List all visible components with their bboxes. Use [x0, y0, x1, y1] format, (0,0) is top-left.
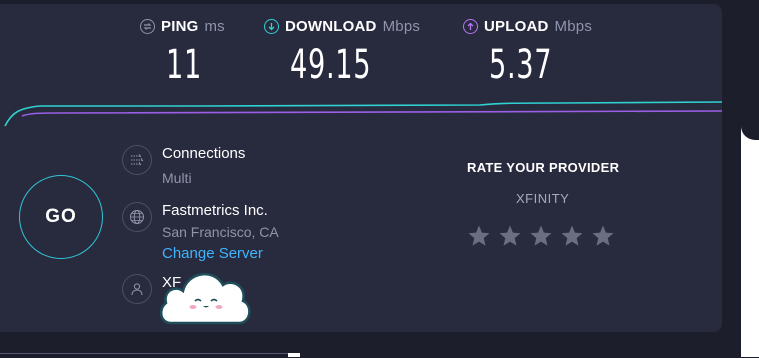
star-icon[interactable]	[529, 224, 553, 248]
cloud-mascot-icon	[159, 272, 251, 325]
bottom-input-end	[288, 353, 300, 357]
change-server-link[interactable]: Change Server	[162, 245, 263, 262]
rate-provider-isp: XFINITY	[516, 191, 570, 206]
ping-metric: PING ms 11	[140, 18, 225, 88]
server-name: Fastmetrics Inc.	[162, 202, 268, 219]
download-value: 49.15	[290, 42, 372, 88]
upload-unit: Mbps	[554, 18, 593, 35]
globe-icon	[122, 202, 152, 232]
star-icon[interactable]	[467, 224, 491, 248]
user-icon	[122, 274, 152, 304]
star-icon[interactable]	[560, 224, 584, 248]
star-icon[interactable]	[498, 224, 522, 248]
ping-unit: ms	[204, 18, 225, 35]
connections-mode[interactable]: Multi	[162, 170, 192, 186]
ping-icon	[140, 19, 155, 34]
rating-stars	[467, 224, 615, 248]
download-unit: Mbps	[382, 18, 421, 35]
download-label: DOWNLOAD	[285, 18, 377, 35]
download-metric: DOWNLOAD Mbps 49.15	[264, 18, 421, 88]
upload-metric: UPLOAD Mbps 5.37	[463, 18, 593, 88]
connections-icon	[122, 145, 152, 175]
upload-value: 5.37	[489, 42, 553, 88]
ping-label: PING	[161, 18, 199, 35]
speedtest-panel: PING ms 11 DOWNLOAD Mbps 49.15 UPLOAD Mb…	[0, 4, 722, 332]
download-graph-line	[4, 101, 722, 127]
server-location: San Francisco, CA	[162, 224, 279, 240]
ping-value: 11	[166, 42, 202, 88]
upload-graph-line	[21, 110, 722, 117]
speed-graph	[4, 101, 722, 127]
bottom-input-field[interactable]	[0, 353, 288, 358]
upload-label: UPLOAD	[484, 18, 549, 35]
star-icon[interactable]	[591, 224, 615, 248]
page-edge-dark	[741, 0, 759, 140]
upload-icon	[463, 19, 478, 34]
connections-title: Connections	[162, 145, 246, 162]
rate-provider-title: RATE YOUR PROVIDER	[467, 160, 620, 175]
download-icon	[264, 19, 279, 34]
go-button[interactable]: GO	[19, 175, 103, 259]
